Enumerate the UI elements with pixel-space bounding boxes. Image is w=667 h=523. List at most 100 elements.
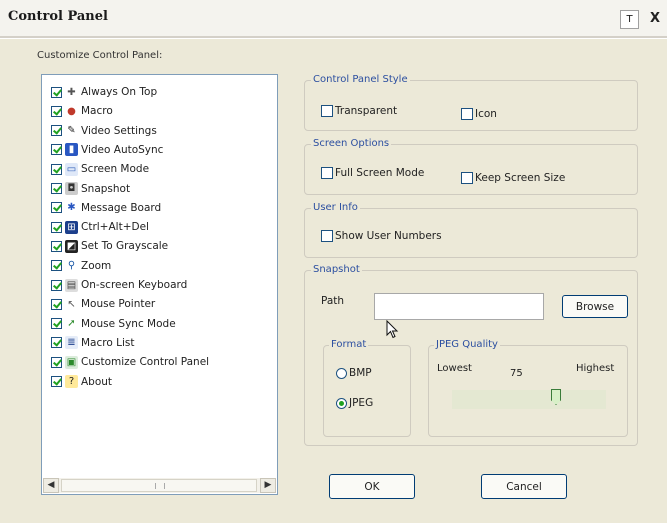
video-settings-icon: ✎	[67, 125, 76, 137]
item-label: Mouse Sync Mode	[81, 317, 176, 330]
ok-button[interactable]: OK	[329, 474, 415, 499]
checkbox-box	[321, 105, 333, 117]
transparent-label: Transparent	[335, 105, 398, 117]
screen-mode-icon: ▭	[65, 162, 78, 176]
list-item[interactable]: ● Macro	[51, 102, 113, 120]
item-label: Macro	[81, 105, 113, 118]
list-item[interactable]: ✎ Video Settings	[51, 122, 157, 140]
item-checkbox[interactable]	[51, 105, 62, 117]
path-input[interactable]	[374, 293, 544, 320]
format-group	[323, 345, 411, 437]
keep-screen-size-label: Keep Screen Size	[475, 172, 566, 184]
scroll-right-button[interactable]: ▶	[260, 478, 276, 493]
list-item[interactable]: ▤ On-screen Keyboard	[51, 276, 187, 294]
path-label: Path	[321, 295, 345, 307]
list-item[interactable]: ◩ Set To Grayscale	[51, 237, 168, 255]
item-checkbox[interactable]	[51, 298, 62, 310]
checkbox-box	[461, 172, 473, 184]
browse-button[interactable]: Browse	[562, 295, 628, 318]
list-item[interactable]: ◘ Snapshot	[51, 180, 130, 198]
jpeg-quality-title: JPEG Quality	[434, 339, 500, 350]
zoom-icon: ⚲	[67, 260, 76, 272]
list-item[interactable]: ↖ Mouse Pointer	[51, 295, 155, 313]
item-checkbox[interactable]	[51, 279, 62, 291]
mouse-cursor-icon	[386, 320, 399, 339]
checkbox-box	[461, 108, 473, 120]
item-label: Customize Control Panel	[81, 356, 210, 369]
help-button[interactable]: T	[620, 10, 639, 29]
item-checkbox[interactable]	[51, 337, 62, 349]
screen-options-title: Screen Options	[311, 138, 392, 149]
list-item[interactable]: ▮ Video AutoSync	[51, 141, 163, 159]
bmp-label: BMP	[349, 367, 372, 379]
list-item[interactable]: ▭ Screen Mode	[51, 160, 149, 178]
item-checkbox[interactable]	[51, 125, 62, 137]
message-board-icon: ✱	[67, 202, 76, 214]
pin-icon: ✚	[67, 86, 76, 98]
item-checkbox[interactable]	[51, 318, 62, 330]
full-screen-label: Full Screen Mode	[335, 167, 425, 179]
scrollbar-thumb[interactable]	[61, 479, 257, 492]
radio-circle	[336, 367, 347, 379]
macro-list-icon: ≣	[65, 336, 78, 350]
icon-checkbox[interactable]: Icon	[461, 108, 497, 120]
title-divider	[0, 36, 667, 39]
item-label: Video AutoSync	[81, 143, 164, 156]
item-label: Always On Top	[81, 86, 158, 98]
item-checkbox[interactable]	[51, 260, 62, 272]
mouse-pointer-icon: ↖	[67, 298, 76, 310]
item-checkbox[interactable]	[51, 221, 62, 233]
item-label: Snapshot	[81, 182, 131, 195]
list-item[interactable]: ➚ Mouse Sync Mode	[51, 315, 176, 333]
item-label: Mouse Pointer	[81, 298, 156, 311]
full-screen-checkbox[interactable]: Full Screen Mode	[321, 167, 424, 179]
macro-icon: ●	[67, 105, 76, 117]
close-button[interactable]: X	[645, 10, 665, 29]
item-label: On-screen Keyboard	[81, 279, 188, 291]
jpeg-radio[interactable]: JPEG	[336, 397, 373, 409]
list-item[interactable]: ⊞ Ctrl+Alt+Del	[51, 218, 149, 236]
item-checkbox[interactable]	[51, 376, 62, 387]
ctrl-alt-del-icon: ⊞	[65, 220, 78, 234]
horizontal-scrollbar[interactable]: ◀ ▶	[43, 478, 276, 493]
cancel-button[interactable]: Cancel	[481, 474, 567, 499]
item-label: Set To Grayscale	[81, 240, 169, 253]
bmp-radio[interactable]: BMP	[336, 367, 372, 379]
title-bar: Control Panel T X	[0, 0, 667, 36]
show-user-numbers-label: Show User Numbers	[335, 230, 442, 242]
show-user-numbers-checkbox[interactable]: Show User Numbers	[321, 230, 442, 242]
camera-icon: ◘	[65, 182, 78, 195]
user-info-title: User Info	[311, 202, 360, 213]
item-label: Macro List	[81, 336, 135, 349]
item-label: About	[81, 375, 113, 388]
transparent-checkbox[interactable]: Transparent	[321, 105, 397, 117]
item-checkbox[interactable]	[51, 356, 62, 368]
item-checkbox[interactable]	[51, 163, 62, 175]
list-item[interactable]: ✚ Always On Top	[51, 83, 157, 101]
item-label: Message Board	[81, 201, 162, 214]
customize-list[interactable]: ✚ Always On Top ● Macro ✎ Video Settings ▮ Vide…	[41, 74, 278, 495]
grayscale-icon: ◩	[65, 239, 78, 253]
list-item[interactable]: ⚲ Zoom	[51, 257, 111, 275]
list-item[interactable]: ▣ Customize Control Panel	[51, 353, 209, 371]
window-title: Control Panel	[8, 9, 108, 24]
item-label: Screen Mode	[81, 163, 150, 176]
item-checkbox[interactable]	[51, 183, 62, 194]
radio-circle	[336, 397, 347, 409]
icon-label: Icon	[475, 108, 497, 120]
scroll-left-button[interactable]: ◀	[43, 478, 59, 493]
item-checkbox[interactable]	[51, 86, 62, 98]
list-item[interactable]: ✱ Message Board	[51, 199, 161, 217]
item-label: Zoom	[81, 259, 112, 272]
video-autosync-icon: ▮	[65, 143, 78, 157]
item-checkbox[interactable]	[51, 240, 62, 252]
thumb-grip	[155, 483, 165, 489]
quality-slider-track[interactable]	[452, 390, 606, 409]
lowest-label: Lowest	[437, 363, 472, 374]
list-item[interactable]: ? About	[51, 373, 112, 391]
keep-screen-size-checkbox[interactable]: Keep Screen Size	[461, 172, 565, 184]
item-checkbox[interactable]	[51, 144, 62, 156]
item-checkbox[interactable]	[51, 202, 62, 214]
jpeg-label: JPEG	[349, 397, 374, 409]
list-item[interactable]: ≣ Macro List	[51, 334, 134, 352]
